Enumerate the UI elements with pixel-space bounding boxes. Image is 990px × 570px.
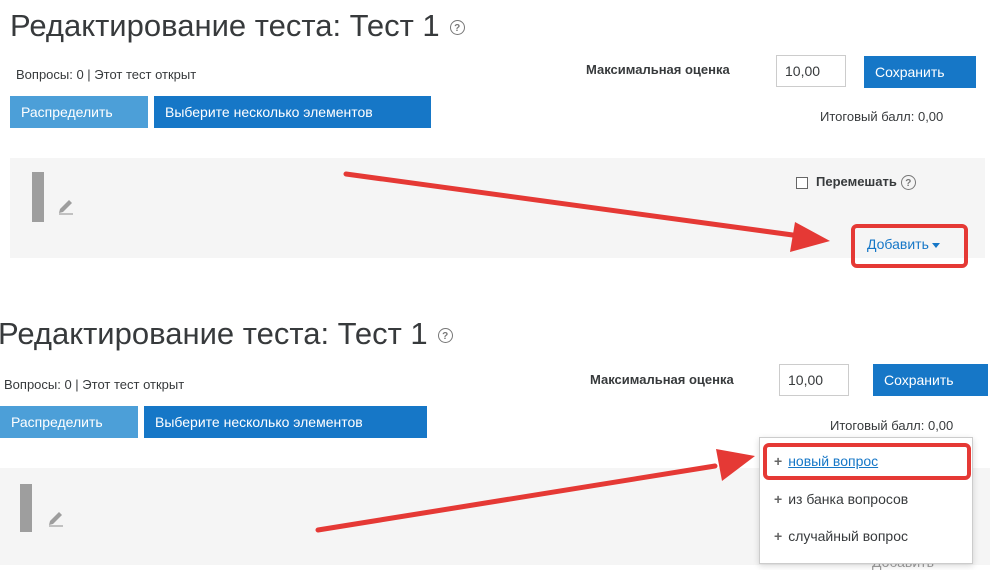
arrow-head-icon xyxy=(790,222,830,252)
arrow-to-add-icon xyxy=(343,171,803,239)
arrow-to-new-question-icon xyxy=(315,463,718,533)
annotation-arrows xyxy=(315,171,830,533)
arrow-head-icon xyxy=(716,449,755,481)
